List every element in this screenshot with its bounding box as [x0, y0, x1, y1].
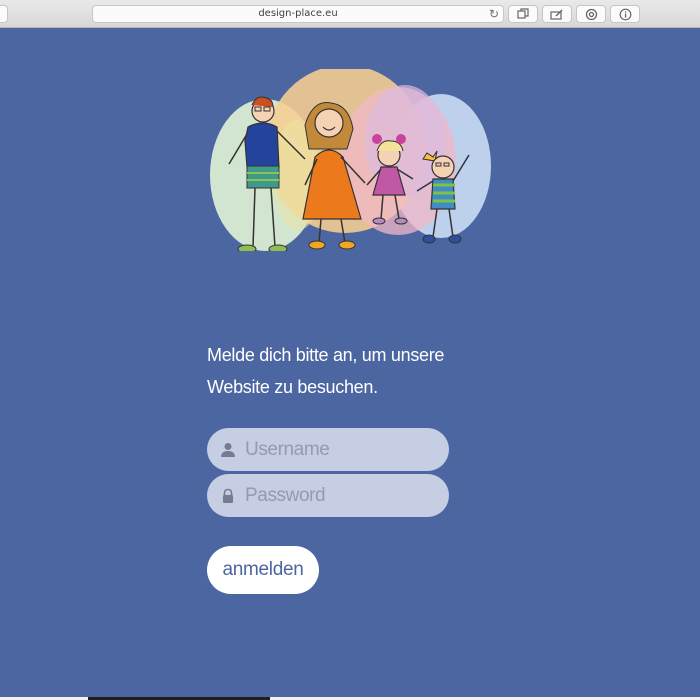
- username-field[interactable]: [207, 428, 449, 471]
- login-intro-text: Melde dich bitte an, um unsere Website z…: [207, 345, 445, 397]
- browser-toolbar: design-place.eu ↻: [0, 0, 700, 28]
- lock-icon: [223, 488, 233, 503]
- password-input[interactable]: [243, 474, 439, 517]
- user-icon: [221, 443, 235, 457]
- login-page: Melde dich bitte an, um unsere Website z…: [0, 29, 700, 700]
- tabs-icon: [517, 8, 529, 19]
- gear-icon: [585, 8, 597, 20]
- info-button[interactable]: [610, 5, 640, 23]
- username-input[interactable]: [243, 428, 439, 471]
- address-bar[interactable]: design-place.eu ↻: [92, 5, 504, 23]
- markup-icon: [550, 9, 563, 20]
- family-illustration: [210, 69, 491, 251]
- settings-button[interactable]: [576, 5, 606, 23]
- login-button[interactable]: anmelden: [207, 546, 319, 594]
- info-icon: [619, 8, 631, 20]
- tabs-button[interactable]: [508, 5, 538, 23]
- markup-button[interactable]: [542, 5, 572, 23]
- password-field[interactable]: [207, 474, 449, 517]
- back-button[interactable]: [0, 5, 8, 23]
- url-text: design-place.eu: [258, 8, 338, 19]
- reload-icon[interactable]: ↻: [489, 6, 499, 22]
